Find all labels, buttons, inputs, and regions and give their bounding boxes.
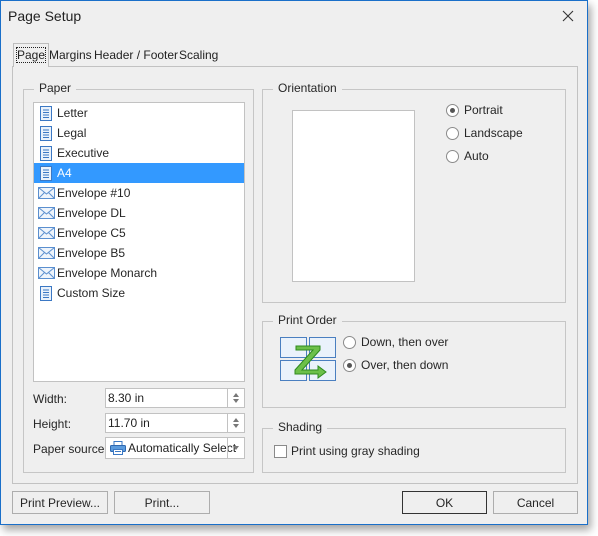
orientation-preview: [292, 110, 415, 282]
paper-list-item-label: Envelope B5: [57, 246, 126, 260]
page-icon: [37, 285, 55, 301]
paper-list-item[interactable]: Envelope #10: [34, 183, 244, 203]
height-spinner[interactable]: 11.70 in: [105, 413, 245, 433]
tab-page[interactable]: Page: [13, 43, 50, 67]
print-order-icon: [280, 337, 336, 381]
checkbox-box[interactable]: [274, 444, 287, 458]
width-spinner[interactable]: 8.30 in: [105, 388, 245, 408]
radio-indicator[interactable]: [343, 335, 356, 349]
width-spin-buttons[interactable]: [227, 389, 244, 407]
radio-down-then-over[interactable]: Down, then over: [343, 335, 448, 349]
page-icon: [37, 125, 55, 141]
radio-auto[interactable]: Auto: [446, 149, 489, 163]
dropdown-button[interactable]: [227, 438, 244, 458]
height-label: Height:: [33, 417, 72, 431]
paper-source-select[interactable]: Automatically Select: [105, 437, 245, 459]
width-label: Width:: [33, 392, 68, 406]
close-icon: [562, 10, 574, 22]
radio-portrait[interactable]: Portrait: [446, 103, 503, 117]
cancel-button[interactable]: Cancel: [493, 491, 578, 514]
spin-down-icon[interactable]: [233, 399, 239, 403]
spin-down-icon[interactable]: [233, 424, 239, 428]
radio-indicator[interactable]: [446, 149, 459, 163]
paper-list-item[interactable]: Legal: [34, 123, 244, 143]
paper-source-value: Automatically Select: [128, 441, 237, 455]
page-icon: [37, 145, 55, 161]
paper-list-item[interactable]: Letter: [34, 103, 244, 123]
paper-list-item-label: Custom Size: [57, 286, 126, 300]
radio-auto-label: Auto: [464, 149, 489, 163]
paper-group-label: Paper: [34, 81, 77, 95]
gray-shading-checkbox[interactable]: Print using gray shading: [274, 444, 420, 458]
radio-down-then-over-label: Down, then over: [361, 335, 449, 349]
paper-list-item[interactable]: A4: [34, 163, 244, 183]
chevron-down-icon: [233, 446, 239, 450]
radio-over-then-down[interactable]: Over, then down: [343, 358, 448, 372]
paper-list-item[interactable]: Custom Size: [34, 283, 244, 303]
height-input[interactable]: 11.70 in: [108, 416, 150, 430]
paper-list-item-label: Legal: [57, 126, 87, 140]
tab-margins[interactable]: Margins: [49, 47, 92, 63]
paper-list-item-label: Envelope Monarch: [57, 266, 158, 280]
tab-header-footer[interactable]: Header / Footer: [94, 47, 178, 63]
tab-page-label: Page: [15, 47, 47, 63]
spin-up-icon[interactable]: [233, 393, 239, 397]
gray-shading-label: Print using gray shading: [291, 444, 420, 458]
page-icon: [37, 165, 55, 181]
close-button[interactable]: [550, 3, 586, 29]
page-icon: [37, 105, 55, 121]
radio-indicator[interactable]: [343, 358, 356, 372]
page-setup-dialog: Page Setup Page Margins Header / Footer …: [0, 0, 588, 525]
print-order-group-label: Print Order: [273, 313, 342, 327]
radio-indicator[interactable]: [446, 103, 459, 117]
radio-indicator[interactable]: [446, 126, 459, 140]
shading-group-label: Shading: [273, 420, 328, 434]
paper-list-item-label: Envelope C5: [57, 226, 126, 240]
width-input[interactable]: 8.30 in: [108, 391, 144, 405]
envelope-icon: [37, 205, 55, 221]
dialog-title: Page Setup: [8, 8, 82, 24]
paper-list-item-label: Executive: [57, 146, 110, 160]
print-button[interactable]: Print...: [114, 491, 210, 514]
orientation-group-label: Orientation: [273, 81, 342, 95]
radio-landscape-label: Landscape: [464, 126, 523, 140]
paper-size-list[interactable]: Letter Legal Executive A4 Envelope #10 Envelo…: [33, 102, 245, 382]
paper-list-item-label: Letter: [57, 106, 88, 120]
paper-list-item-label: A4: [57, 166, 72, 180]
height-spin-buttons[interactable]: [227, 414, 244, 432]
printer-icon: [110, 441, 126, 455]
paper-list-item[interactable]: Envelope B5: [34, 243, 244, 263]
tab-scaling[interactable]: Scaling: [179, 47, 218, 63]
envelope-icon: [37, 245, 55, 261]
paper-source-label: Paper source:: [33, 442, 108, 456]
ok-button[interactable]: OK: [402, 491, 487, 514]
paper-list-item-label: Envelope DL: [57, 206, 126, 220]
paper-list-item-label: Envelope #10: [57, 186, 131, 200]
paper-list-item[interactable]: Envelope DL: [34, 203, 244, 223]
paper-list-item[interactable]: Executive: [34, 143, 244, 163]
print-preview-button[interactable]: Print Preview...: [12, 491, 108, 514]
paper-list-item[interactable]: Envelope C5: [34, 223, 244, 243]
paper-list-item[interactable]: Envelope Monarch: [34, 263, 244, 283]
envelope-icon: [37, 265, 55, 281]
radio-over-then-down-label: Over, then down: [361, 358, 449, 372]
envelope-icon: [37, 185, 55, 201]
envelope-icon: [37, 225, 55, 241]
radio-portrait-label: Portrait: [464, 103, 503, 117]
radio-landscape[interactable]: Landscape: [446, 126, 523, 140]
spin-up-icon[interactable]: [233, 418, 239, 422]
